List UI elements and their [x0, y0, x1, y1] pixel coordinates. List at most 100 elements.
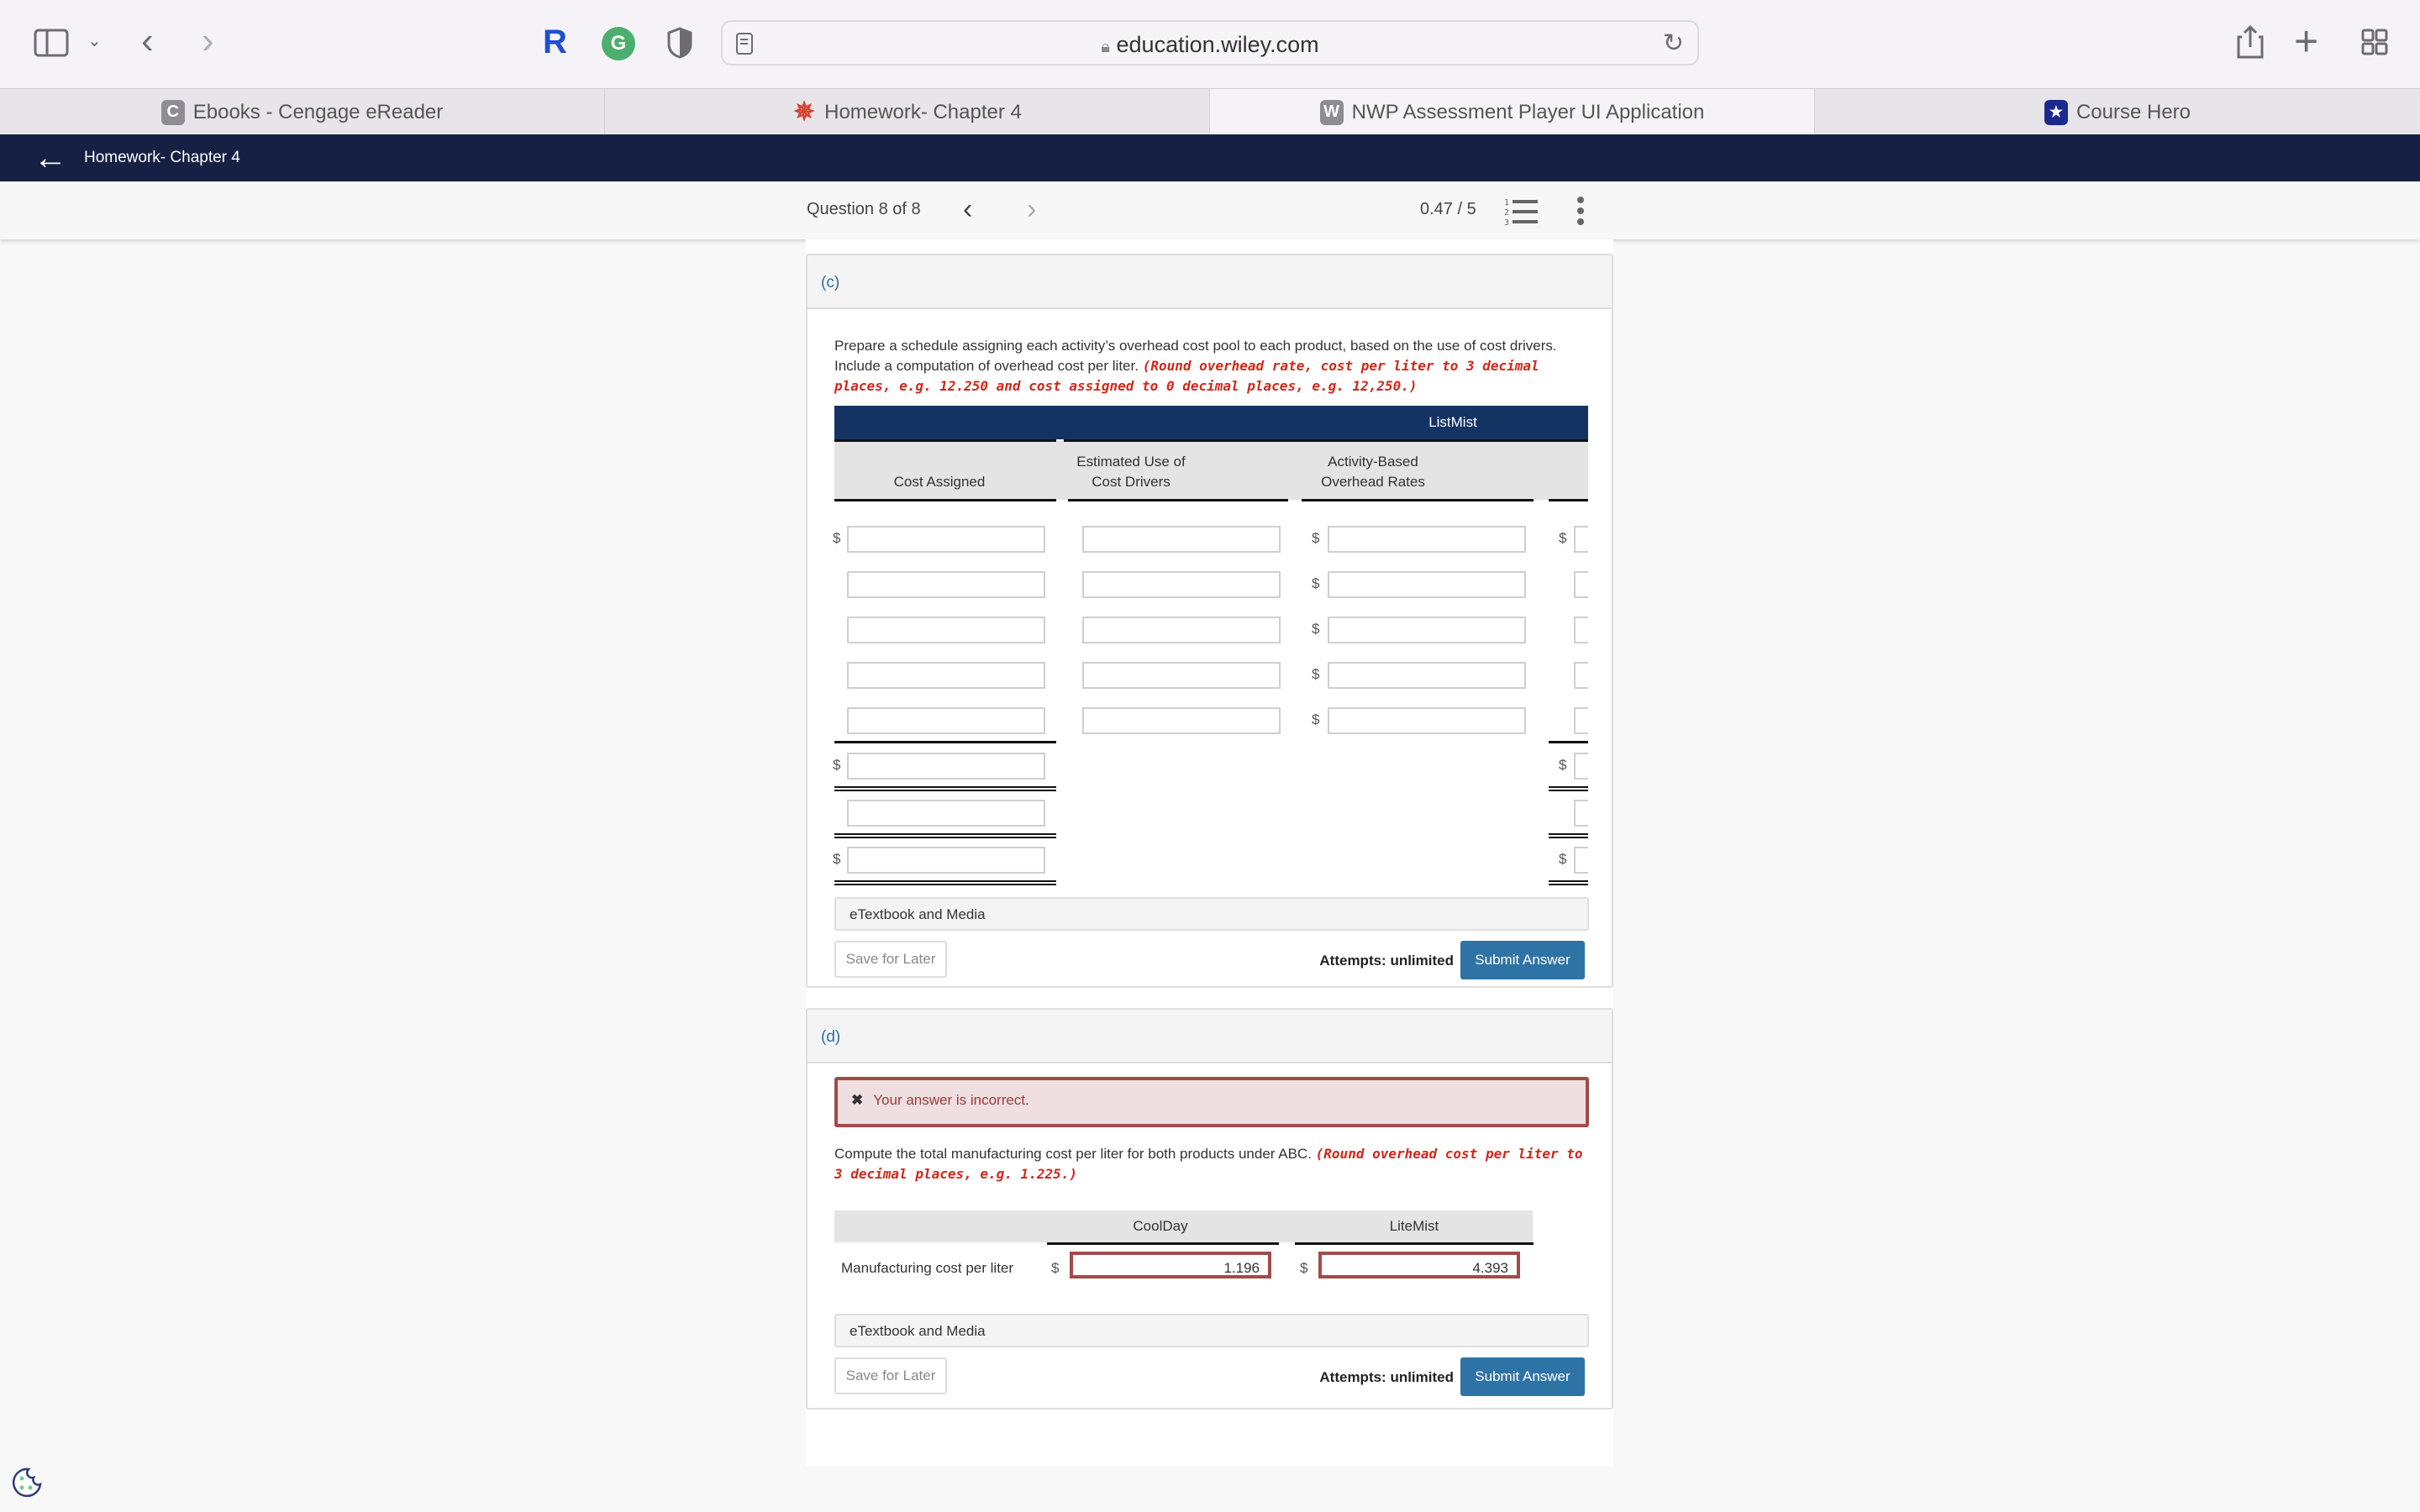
estimated-use-input[interactable]	[1082, 707, 1281, 734]
back-arrow-icon[interactable]: ←	[34, 141, 67, 175]
group-header-listmist: ListMist	[1428, 414, 1477, 430]
col-header-estimated-use: Estimated Use of Cost Drivers	[1076, 454, 1186, 490]
col-rule	[1302, 499, 1534, 501]
svg-text:3: 3	[1504, 218, 1509, 225]
currency-symbol: $	[833, 757, 841, 773]
right-total-input[interactable]	[1574, 800, 1588, 827]
col-rule	[834, 499, 1056, 501]
table-group-header: ListMist	[834, 406, 1588, 439]
total-input[interactable]	[847, 800, 1045, 827]
tab-overview-icon[interactable]	[2361, 29, 2388, 55]
more-options-icon[interactable]	[1576, 197, 1585, 225]
double-rule	[834, 880, 1056, 885]
tab-nwp-assessment[interactable]: W NWP Assessment Player UI Application	[1210, 89, 1815, 135]
right-column-input[interactable]	[1574, 707, 1588, 734]
save-for-later-button[interactable]: Save for Later	[834, 1357, 947, 1394]
privacy-shield-icon[interactable]	[667, 27, 692, 59]
etextbook-media-bar[interactable]: eTextbook and Media	[834, 1314, 1589, 1347]
right-column-input[interactable]	[1574, 571, 1588, 598]
next-question-icon[interactable]: ›	[1027, 193, 1036, 226]
overhead-rate-input[interactable]	[1328, 662, 1526, 689]
error-x-icon: ✖	[851, 1092, 864, 1108]
question-nav-bar: Question 8 of 8 ‹ › 0.47 / 5 123	[0, 181, 2420, 239]
tab-cengage[interactable]: C Ebooks - Cengage eReader	[0, 89, 605, 135]
rakuten-extension-icon[interactable]: R	[543, 24, 567, 61]
estimated-use-input[interactable]	[1082, 617, 1281, 643]
estimated-use-input[interactable]	[1082, 526, 1281, 553]
canvas-logo-icon: ✵	[793, 98, 815, 126]
attempts-label: Attempts: unlimited	[1319, 1369, 1454, 1385]
col-header-activity-rates: Activity-Based Overhead Rates	[1321, 454, 1425, 490]
total-input[interactable]	[847, 753, 1045, 780]
right-total-input[interactable]	[1574, 753, 1588, 780]
back-icon[interactable]: ‹	[141, 20, 154, 62]
wiley-w-icon: W	[1319, 99, 1344, 125]
cost-assigned-input[interactable]	[847, 571, 1045, 598]
double-rule	[834, 786, 1056, 791]
cengage-c-icon: C	[160, 99, 185, 125]
question-counter: Question 8 of 8	[807, 200, 921, 218]
url-text: 🔒︎ education.wiley.com	[1101, 32, 1319, 57]
row-label-manufacturing-cost: Manufacturing cost per liter	[841, 1260, 1014, 1276]
part-c-label: (c)	[808, 255, 1612, 309]
overhead-rate-input[interactable]	[1328, 571, 1526, 598]
share-icon[interactable]	[2237, 25, 2264, 59]
new-tab-icon[interactable]: +	[2294, 17, 2318, 66]
subtotal-rule	[834, 741, 1056, 743]
question-content: (c) Prepare a schedule assigning each ac…	[806, 239, 1613, 1466]
total-input[interactable]	[847, 847, 1045, 874]
currency-symbol: $	[1559, 530, 1567, 546]
currency-symbol: $	[1312, 621, 1320, 637]
currency-symbol: $	[1559, 757, 1567, 773]
double-rule	[1549, 786, 1588, 791]
score-display: 0.47 / 5	[1420, 200, 1476, 218]
svg-text:2: 2	[1504, 208, 1509, 218]
right-column-input[interactable]	[1574, 526, 1588, 553]
currency-symbol: $	[1312, 575, 1320, 591]
estimated-use-input[interactable]	[1082, 662, 1281, 689]
coolday-cost-input[interactable]: 1.196	[1070, 1252, 1271, 1278]
part-c-panel: (c) Prepare a schedule assigning each ac…	[806, 254, 1613, 988]
overhead-rate-input[interactable]	[1328, 617, 1526, 643]
header-rule	[834, 439, 1056, 442]
cost-assigned-input[interactable]	[847, 707, 1045, 734]
currency-symbol: $	[833, 530, 841, 546]
right-column-input[interactable]	[1574, 617, 1588, 643]
submit-answer-button[interactable]: Submit Answer	[1460, 941, 1585, 979]
previous-question-icon[interactable]: ‹	[963, 193, 972, 226]
litemist-cost-input[interactable]: 4.393	[1318, 1252, 1520, 1278]
tab-bar: C Ebooks - Cengage eReader ✵ Homework- C…	[0, 88, 2420, 135]
col-rule	[1549, 499, 1588, 501]
course-hero-icon: ★	[2044, 99, 2068, 125]
overhead-rate-input[interactable]	[1328, 526, 1526, 553]
currency-symbol: $	[1300, 1260, 1308, 1276]
save-for-later-button[interactable]: Save for Later	[834, 941, 947, 978]
col-rule	[1047, 1242, 1279, 1245]
back-link-label[interactable]: Homework- Chapter 4	[84, 149, 240, 167]
right-column-input[interactable]	[1574, 662, 1588, 689]
right-total-input[interactable]	[1574, 847, 1588, 874]
submit-answer-button[interactable]: Submit Answer	[1460, 1357, 1585, 1396]
estimated-use-input[interactable]	[1082, 571, 1281, 598]
part-d-panel: (d) ✖ Your answer is incorrect. Compute t…	[806, 1008, 1613, 1410]
sidebar-toggle-icon[interactable]	[34, 29, 69, 57]
overhead-rate-input[interactable]	[1328, 707, 1526, 734]
tab-homework[interactable]: ✵ Homework- Chapter 4	[605, 89, 1210, 135]
subtotal-rule	[1549, 741, 1588, 743]
lock-icon: 🔒︎	[1101, 38, 1110, 56]
chevron-down-icon[interactable]: ⌄	[87, 30, 102, 51]
grammarly-extension-icon[interactable]: G	[602, 27, 635, 60]
col-header-coolday: CoolDay	[1133, 1218, 1188, 1234]
reload-icon[interactable]: ↻	[1663, 29, 1684, 58]
etextbook-media-bar[interactable]: eTextbook and Media	[834, 897, 1589, 931]
forward-icon[interactable]: ›	[202, 20, 214, 62]
question-list-icon[interactable]: 123	[1504, 197, 1539, 225]
tab-course-hero[interactable]: ★ Course Hero	[1815, 89, 2420, 135]
address-bar[interactable]: 🔒︎ education.wiley.com ↻	[721, 20, 1699, 66]
double-rule	[1549, 833, 1588, 838]
cookie-settings-icon[interactable]	[10, 1466, 44, 1499]
cost-assigned-input[interactable]	[847, 662, 1045, 689]
col-header-litemist: LiteMist	[1389, 1218, 1439, 1234]
cost-assigned-input[interactable]	[847, 617, 1045, 643]
cost-assigned-input[interactable]	[847, 526, 1045, 553]
